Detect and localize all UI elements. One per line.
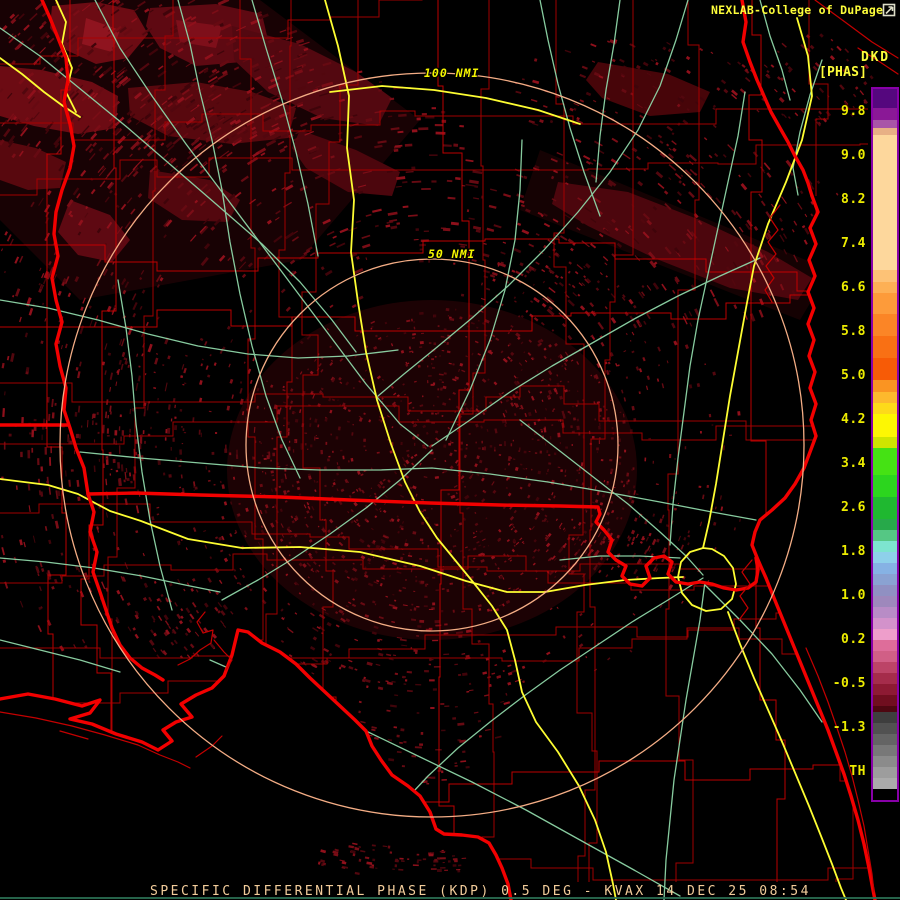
colorbar-tick-label: 5.0 bbox=[841, 368, 866, 383]
color-scale-segment bbox=[873, 437, 897, 448]
color-scale-segment bbox=[873, 414, 897, 437]
range-ring-label-50nmi: 50 NMI bbox=[428, 247, 476, 261]
color-scale-segment bbox=[873, 552, 897, 563]
color-scale-segment bbox=[873, 128, 897, 135]
color-scale-segment bbox=[873, 392, 897, 403]
color-scale-segment bbox=[873, 497, 897, 519]
colorbar-tick-label: 5.8 bbox=[841, 324, 866, 339]
colorbar-tick-label: 4.2 bbox=[841, 412, 866, 427]
flag-arrow-icon bbox=[882, 3, 896, 17]
color-scale-bar bbox=[871, 87, 899, 802]
colorbar-tick-label: TH bbox=[849, 764, 866, 779]
color-scale-segment bbox=[873, 89, 897, 108]
brand-title: NEXLAB-College of DuPage bbox=[711, 3, 884, 17]
color-scale-segment bbox=[873, 651, 897, 662]
radar-display: NEXLAB-College of DuPage DKD [PHAS] 100 … bbox=[0, 0, 900, 900]
color-scale-segment bbox=[873, 380, 897, 392]
color-scale-segment bbox=[873, 135, 897, 270]
color-scale-segment bbox=[873, 530, 897, 541]
color-scale-segment bbox=[873, 120, 897, 128]
colorbar-tick-label: -0.5 bbox=[832, 676, 866, 691]
colorbar-tick-label: -1.3 bbox=[832, 720, 866, 735]
color-scale-segment bbox=[873, 541, 897, 552]
color-scale-segment bbox=[873, 618, 897, 629]
color-scale-segment bbox=[873, 640, 897, 651]
color-scale-segment bbox=[873, 673, 897, 684]
color-scale-segment bbox=[873, 585, 897, 596]
color-scale-segment bbox=[873, 336, 897, 358]
color-scale-segment bbox=[873, 574, 897, 585]
colorbar-tick-label: 1.8 bbox=[841, 544, 866, 559]
color-scale-segment bbox=[873, 293, 897, 314]
color-scale-segment bbox=[873, 475, 897, 497]
color-scale-segment bbox=[873, 607, 897, 618]
color-scale-segment bbox=[873, 282, 897, 293]
colorbar-tick-label: 2.6 bbox=[841, 500, 866, 515]
radar-map bbox=[0, 0, 900, 900]
units-label: [PHAS] bbox=[819, 65, 868, 80]
product-code-label: DKD bbox=[861, 50, 890, 65]
color-scale-segment bbox=[873, 448, 897, 475]
color-scale-segment bbox=[873, 108, 897, 120]
color-scale-segment bbox=[873, 519, 897, 530]
color-scale-segment bbox=[873, 734, 897, 745]
color-scale-segment bbox=[873, 789, 897, 800]
color-scale-segment bbox=[873, 358, 897, 380]
colorbar-tick-label: 9.0 bbox=[841, 148, 866, 163]
color-scale-segment bbox=[873, 723, 897, 734]
colorbar-tick-label: 6.6 bbox=[841, 280, 866, 295]
colorbar-tick-label: 1.0 bbox=[841, 588, 866, 603]
colorbar-tick-label: 7.4 bbox=[841, 236, 866, 251]
color-scale-segment bbox=[873, 662, 897, 673]
color-scale-segment bbox=[873, 596, 897, 607]
colorbar-tick-label: 9.8 bbox=[841, 104, 866, 119]
color-scale-segment bbox=[873, 314, 897, 336]
colorbar-tick-label: 0.2 bbox=[841, 632, 866, 647]
color-scale-segment bbox=[873, 756, 897, 767]
color-scale-segment bbox=[873, 712, 897, 723]
color-scale-segment bbox=[873, 778, 897, 789]
color-scale-segment bbox=[873, 629, 897, 640]
colorbar-tick-label: 8.2 bbox=[841, 192, 866, 207]
color-scale-segment bbox=[873, 695, 897, 706]
product-title-bar: SPECIFIC DIFFERENTIAL PHASE (KDP) 0.5 DE… bbox=[150, 884, 811, 899]
color-scale-segment bbox=[873, 563, 897, 574]
color-scale-segment bbox=[873, 767, 897, 778]
colorbar-tick-label: 3.4 bbox=[841, 456, 866, 471]
color-scale-segment bbox=[873, 403, 897, 414]
color-scale-segment bbox=[873, 270, 897, 282]
range-ring-label-100nmi: 100 NMI bbox=[424, 66, 480, 80]
color-scale-segment bbox=[873, 684, 897, 695]
color-scale-segment bbox=[873, 745, 897, 756]
